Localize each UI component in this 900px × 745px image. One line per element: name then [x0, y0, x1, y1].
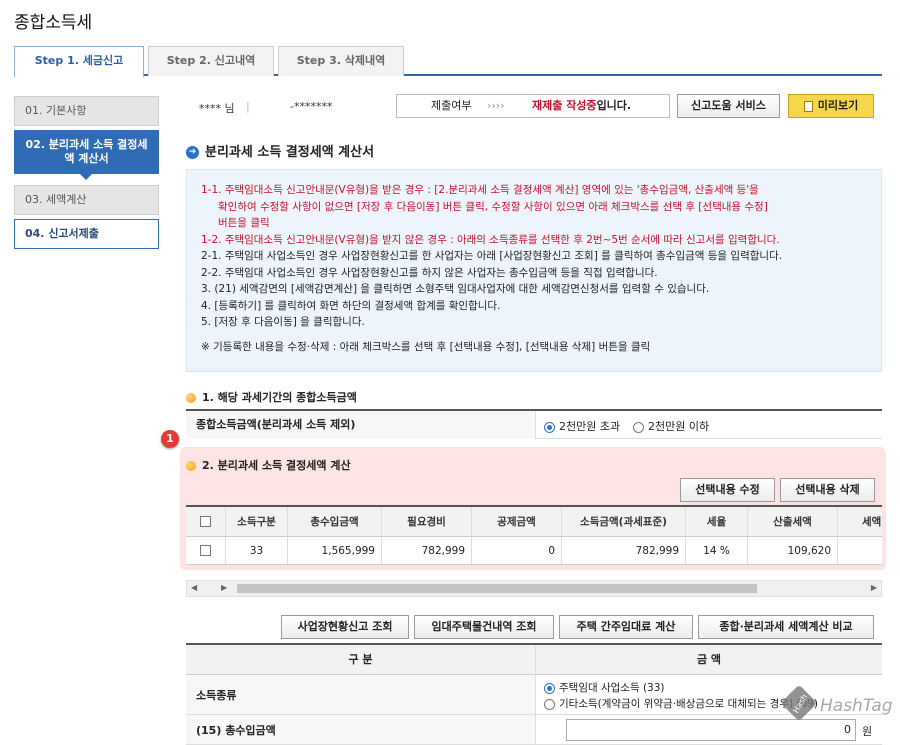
header-income-type: 소득구분	[226, 507, 288, 536]
page-title: 종합소득세	[14, 13, 93, 33]
user-name: **** 님	[199, 102, 235, 115]
sidebar-item-submit[interactable]: 04. 신고서제출	[14, 219, 159, 249]
section2-title: 2. 분리과세 소득 결정세액 계산	[186, 457, 351, 473]
total-income-label: 종합소득금액(분리과세 소득 제외)	[186, 411, 536, 439]
user-divider: |	[246, 100, 250, 113]
sidebar-item-separate-tax[interactable]: 02. 분리과세 소득 결정세액 계산서	[14, 130, 159, 174]
tab-step2[interactable]: Step 2. 신고내역	[148, 46, 274, 76]
radio-other[interactable]	[544, 698, 555, 710]
preview-button[interactable]: 미리보기	[788, 94, 874, 118]
delete-selected-button[interactable]: 선택내용 삭제	[780, 478, 875, 502]
revenue-label: (15) 총수입금액	[186, 715, 536, 744]
sidebar-item-basic[interactable]: 01. 기본사항	[14, 96, 159, 126]
radio-over[interactable]	[544, 421, 555, 433]
scroll-left-icon[interactable]: ◀	[191, 583, 197, 592]
header-income-amount: 소득금액(과세표준)	[562, 507, 686, 536]
user-status-bar: **** 님 | -******* 제출여부 ›››› 재제출 작성중입니다. …	[186, 94, 882, 120]
income-option-under-label: 2천만원 이하	[648, 420, 710, 433]
cell-total-revenue: 1,565,999	[288, 537, 382, 564]
income-type-label: 소득종류	[186, 675, 536, 714]
scroll-thumb[interactable]	[237, 584, 757, 593]
cell-tax	[838, 537, 882, 564]
bullet-icon	[186, 393, 196, 403]
bottom-table-header: 구 분 금 액	[186, 643, 882, 675]
notice-line-6: 4. [등록하기] 를 클릭하여 화면 하단의 결정세액 합계를 확인합니다.	[201, 299, 501, 312]
business-status-lookup-button[interactable]: 사업장현황신고 조회	[281, 615, 409, 639]
tab-step1[interactable]: Step 1. 세금신고	[14, 46, 144, 78]
edit-selected-button[interactable]: 선택내용 수정	[680, 478, 775, 502]
header-total-revenue: 총수입금액	[288, 507, 382, 536]
tab-step3[interactable]: Step 3. 삭제내역	[278, 46, 404, 76]
select-all-checkbox[interactable]	[200, 516, 211, 527]
section2-title-text: 2. 분리과세 소득 결정세액 계산	[202, 459, 351, 472]
sidebar-active-arrow	[80, 174, 92, 180]
income-option-housing-label: 주택임대 사업소득 (33)	[559, 682, 665, 694]
bullet-icon	[186, 461, 196, 471]
notice-line-5: 3. (21) 세액감면의 [세액감면계산] 을 클릭하면 소형주택 임대사업자…	[201, 283, 710, 295]
status-value-red: 재제출 작성중	[532, 99, 597, 112]
table-row: 33 1,565,999 782,999 0 782,999 14 % 109,…	[186, 537, 882, 565]
row-checkbox[interactable]	[200, 545, 211, 556]
notice-line-8: ※ 기등록한 내용을 수정·삭제 : 아래 체크박스를 선택 후 [선택내용 수…	[201, 340, 651, 353]
preview-label: 미리보기	[817, 99, 859, 112]
notice-box: 1-1. 주택임대소득 신고안내문(V유형)을 받은 경우 : [2.분리과세 …	[186, 169, 882, 372]
tax-comparison-button[interactable]: 종합·분리과세 세액계산 비교	[698, 615, 874, 639]
notice-line-1c: 버튼을 클릭	[218, 217, 270, 229]
status-arrows: ››››	[487, 99, 505, 112]
header-calculated-tax: 산출세액	[748, 507, 838, 536]
header-tax-rate: 세율	[686, 507, 748, 536]
submission-status-box: 제출여부 ›››› 재제출 작성중입니다.	[396, 94, 670, 118]
bottom-header-amount: 금 액	[696, 653, 722, 666]
rental-housing-lookup-button[interactable]: 임대주택물건내역 조회	[414, 615, 554, 639]
income-option-over[interactable]: 2천만원 초과	[544, 418, 620, 434]
status-value: 재제출 작성중입니다.	[532, 95, 631, 117]
header-deduction: 공제금액	[472, 507, 562, 536]
notice-line-3: 2-1. 주택임대 사업소득인 경우 사업장현황신고를 한 사업자는 아래 [사…	[201, 250, 783, 262]
horizontal-scrollbar[interactable]: ◀ ▶ ▶	[186, 580, 882, 597]
radio-housing[interactable]	[544, 682, 555, 694]
status-value-suffix: 입니다.	[596, 99, 632, 112]
section1-title: 1. 해당 과세기간의 종합소득금액	[186, 389, 357, 405]
header-expenses: 필요경비	[382, 507, 472, 536]
income-option-over-label: 2천만원 초과	[559, 420, 621, 433]
deemed-rent-calc-button[interactable]: 주택 간주임대료 계산	[559, 615, 693, 639]
notice-line-1: 1-1. 주택임대소득 신고안내문(V유형)을 받은 경우 : [2.분리과세 …	[201, 184, 759, 196]
section1-title-text: 1. 해당 과세기간의 종합소득금액	[202, 391, 357, 404]
cell-tax-rate: 14 %	[686, 537, 748, 564]
cell-calculated-tax: 109,620	[748, 537, 838, 564]
scroll-right-end-icon[interactable]: ▶	[871, 583, 877, 592]
radio-under[interactable]	[633, 421, 644, 433]
cell-income-amount: 782,999	[562, 537, 686, 564]
user-id: -*******	[290, 100, 333, 113]
notice-line-1b: 확인하여 수정할 사항이 없으면 [저장 후 다음이동] 버튼 클릭, 수정할 …	[218, 200, 768, 213]
cell-income-type: 33	[226, 537, 288, 564]
income-option-under[interactable]: 2천만원 이하	[633, 418, 709, 434]
table-header: 소득구분 총수입금액 필요경비 공제금액 소득금액(과세표준) 세율 산출세액 …	[186, 505, 882, 537]
step-tabs: Step 1. 세금신고 Step 2. 신고내역 Step 3. 삭제내역	[14, 46, 882, 78]
watermark-text: HashTag	[820, 696, 893, 716]
section-title: ➔ 분리과세 소득 결정세액 계산서	[186, 141, 374, 160]
watermark-logo: Hash HashTag	[772, 676, 900, 745]
notice-line-2: 1-2. 주택임대소득 신고안내문(V유형)을 받지 않은 경우 : 아래의 소…	[201, 233, 780, 246]
preview-icon	[803, 100, 813, 112]
notice-line-4: 2-2. 주택임대 사업소득인 경우 사업장현황신고를 하지 않은 사업자는 총…	[201, 266, 658, 279]
total-income-row: 종합소득금액(분리과세 소득 제외) 2천만원 초과 2천만원 이하	[186, 411, 882, 439]
sidebar-item-tax-calc[interactable]: 03. 세액계산	[14, 185, 159, 215]
notice-line-7: 5. [저장 후 다음이동] 을 클릭합니다.	[201, 316, 365, 328]
income-option-housing[interactable]: 주택임대 사업소득 (33)	[544, 680, 665, 695]
cell-expenses: 782,999	[382, 537, 472, 564]
help-service-button[interactable]: 신고도움 서비스	[677, 94, 780, 118]
arrow-right-icon: ➔	[186, 146, 199, 159]
section-title-text: 분리과세 소득 결정세액 계산서	[205, 145, 375, 160]
step-badge: 1	[161, 430, 179, 448]
header-checkbox-cell	[186, 507, 226, 536]
row-checkbox-cell	[186, 537, 226, 564]
scroll-right-icon[interactable]: ▶	[221, 583, 227, 592]
header-tax: 세액	[862, 516, 882, 528]
status-label: 제출여부	[431, 99, 472, 112]
cell-deduction: 0	[472, 537, 562, 564]
bottom-header-category: 구 분	[186, 645, 536, 675]
